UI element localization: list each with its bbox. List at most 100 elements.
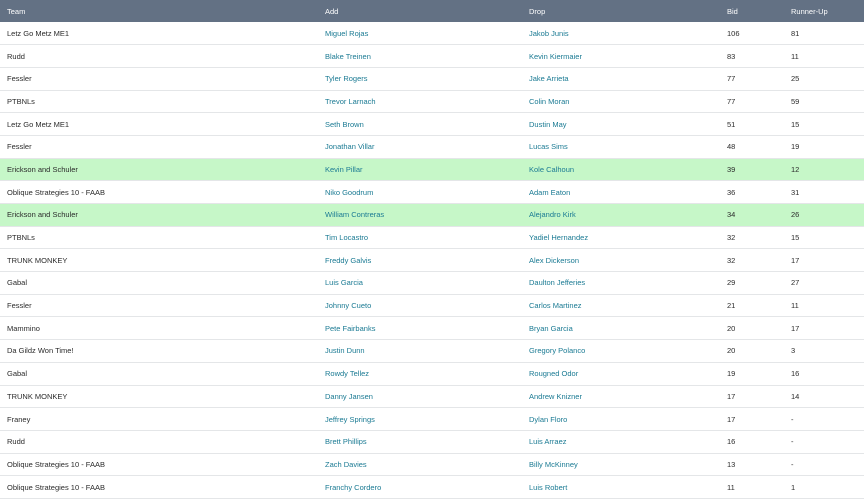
add-player-link[interactable]: Tim Locastro	[318, 226, 522, 249]
drop-player-link[interactable]: Luis Arraez	[522, 430, 720, 453]
team-cell: TRUNK MONKEY	[7, 391, 68, 401]
bid-cell: 83	[727, 51, 736, 61]
add-player-link[interactable]: Niko Goodrum	[318, 181, 522, 204]
runner-up-cell: -	[791, 459, 794, 469]
bid-cell: 13	[727, 459, 736, 469]
runner-up-cell: 25	[791, 74, 800, 84]
drop-player-link[interactable]: Alejandro Kirk	[522, 204, 720, 227]
runner-up-cell: 26	[791, 210, 800, 220]
add-player-link[interactable]: Justin Dunn	[318, 340, 522, 363]
bid-cell: 51	[727, 119, 736, 129]
team-cell: Da Gildz Won Time!	[7, 346, 74, 356]
drop-player-link[interactable]: Alex Dickerson	[522, 249, 720, 272]
table-row: Oblique Strategies 10 - FAAB Niko Goodrum…	[0, 181, 864, 204]
team-cell: Oblique Strategies 10 - FAAB	[7, 459, 105, 469]
runner-up-cell: 11	[791, 51, 799, 61]
runner-up-cell: 12	[791, 164, 800, 174]
runner-up-cell: -	[791, 414, 794, 424]
team-cell: Franey	[7, 414, 31, 424]
add-player-link[interactable]: Luis Garcia	[318, 272, 522, 295]
add-player-link[interactable]: Freddy Galvis	[318, 249, 522, 272]
drop-player-link[interactable]: Adam Eaton	[522, 181, 720, 204]
runner-up-cell: 59	[791, 96, 800, 106]
drop-player-link[interactable]: Gregory Polanco	[522, 340, 720, 363]
team-cell: Gabal	[7, 369, 28, 379]
table-row: Franey Jeffrey Springs Dylan Floro 17 -	[0, 408, 864, 431]
drop-player-link[interactable]: Rougned Odor	[522, 362, 720, 385]
table-row: Erickson and Schuler Kevin Pillar Kole Cal…	[0, 158, 864, 181]
drop-player-link[interactable]: Bryan Garcia	[522, 317, 720, 340]
add-player-link[interactable]: Jeffrey Springs	[318, 408, 522, 431]
bid-cell: 77	[727, 74, 736, 84]
bid-cell: 32	[727, 255, 736, 265]
team-cell: Rudd	[7, 51, 25, 61]
add-player-link[interactable]: William Contreras	[318, 204, 522, 227]
bid-cell: 20	[727, 323, 736, 333]
table-row: Fessler Johnny Cueto Carlos Martinez 21 11	[0, 294, 864, 317]
runner-up-cell: 15	[791, 233, 800, 243]
bid-cell: 11	[727, 482, 735, 492]
team-cell: Fessler	[7, 301, 32, 311]
add-player-link[interactable]: Rowdy Tellez	[318, 362, 522, 385]
add-player-link[interactable]: Pete Fairbanks	[318, 317, 522, 340]
bid-cell: 21	[727, 301, 736, 311]
drop-player-link[interactable]: Daulton Jefferies	[522, 272, 720, 295]
team-cell: Oblique Strategies 10 - FAAB	[7, 482, 105, 492]
add-player-link[interactable]: Jonathan Villar	[318, 135, 522, 158]
drop-player-link[interactable]: Jakob Junis	[522, 22, 720, 45]
drop-player-link[interactable]: Dustin May	[522, 113, 720, 136]
runner-up-cell: -	[791, 437, 794, 447]
drop-player-link[interactable]: Jake Arrieta	[522, 67, 720, 90]
runner-up-cell: 81	[791, 28, 800, 38]
team-cell: Mammino	[7, 323, 40, 333]
drop-player-link[interactable]: Luis Robert	[522, 476, 720, 499]
table-row: Rudd Blake Treinen Kevin Kiermaier 83 11	[0, 45, 864, 68]
transactions-table: Team Add Drop Bid Runner-Up Letz Go Metz…	[0, 0, 864, 499]
drop-player-link[interactable]: Kevin Kiermaier	[522, 45, 720, 68]
add-player-link[interactable]: Johnny Cueto	[318, 294, 522, 317]
add-player-link[interactable]: Danny Jansen	[318, 385, 522, 408]
table-row: Letz Go Metz ME1 Miguel Rojas Jakob Junis 1…	[0, 22, 864, 45]
add-player-link[interactable]: Trevor Larnach	[318, 90, 522, 113]
add-player-link[interactable]: Kevin Pillar	[318, 158, 522, 181]
add-player-link[interactable]: Seth Brown	[318, 113, 522, 136]
column-header-add: Add	[325, 6, 339, 16]
bid-cell: 29	[727, 278, 736, 288]
drop-player-link[interactable]: Andrew Knizner	[522, 385, 720, 408]
table-row: TRUNK MONKEY Danny Jansen Andrew Knizner 17…	[0, 385, 864, 408]
runner-up-cell: 17	[791, 255, 800, 265]
table-row: Erickson and Schuler William Contreras Ale…	[0, 203, 864, 227]
runner-up-cell: 27	[791, 278, 800, 288]
drop-player-link[interactable]: Dylan Floro	[522, 408, 720, 431]
add-player-link[interactable]: Zach Davies	[318, 453, 522, 476]
add-player-link[interactable]: Blake Treinen	[318, 45, 522, 68]
bid-cell: 32	[727, 233, 736, 243]
table-row: Fessler Jonathan Villar Lucas Sims 48 19	[0, 135, 864, 159]
drop-player-link[interactable]: Yadiel Hernandez	[522, 226, 720, 249]
bid-cell: 17	[727, 391, 736, 401]
bid-cell: 34	[727, 210, 736, 220]
bid-cell: 106	[727, 28, 740, 38]
add-player-link[interactable]: Tyler Rogers	[318, 67, 522, 90]
add-player-link[interactable]: Miguel Rojas	[318, 22, 522, 45]
team-cell: Rudd	[7, 437, 25, 447]
runner-up-cell: 17	[791, 323, 800, 333]
drop-player-link[interactable]: Billy McKinney	[522, 453, 720, 476]
team-cell: Fessler	[7, 74, 32, 84]
table-row: Gabal Rowdy Tellez Rougned Odor 19 16	[0, 362, 864, 385]
bid-cell: 77	[727, 96, 736, 106]
table-row: Letz Go Metz ME1 Seth Brown Dustin May 51 15	[0, 113, 864, 136]
runner-up-cell: 3	[791, 346, 796, 356]
runner-up-cell: 11	[791, 301, 799, 311]
table-row: Rudd Brett Phillips Luis Arraez 16 -	[0, 430, 864, 454]
drop-player-link[interactable]: Lucas Sims	[522, 135, 720, 158]
drop-player-link[interactable]: Carlos Martinez	[522, 294, 720, 317]
runner-up-cell: 1	[791, 482, 796, 492]
team-cell: PTBNLs	[7, 233, 35, 243]
team-cell: Fessler	[7, 142, 32, 152]
drop-player-link[interactable]: Colin Moran	[522, 90, 720, 113]
add-player-link[interactable]: Brett Phillips	[318, 430, 522, 453]
add-player-link[interactable]: Franchy Cordero	[318, 476, 522, 499]
drop-player-link[interactable]: Kole Calhoun	[522, 158, 720, 181]
table-row: Oblique Strategies 10 - FAAB Franchy Cord…	[0, 476, 864, 499]
